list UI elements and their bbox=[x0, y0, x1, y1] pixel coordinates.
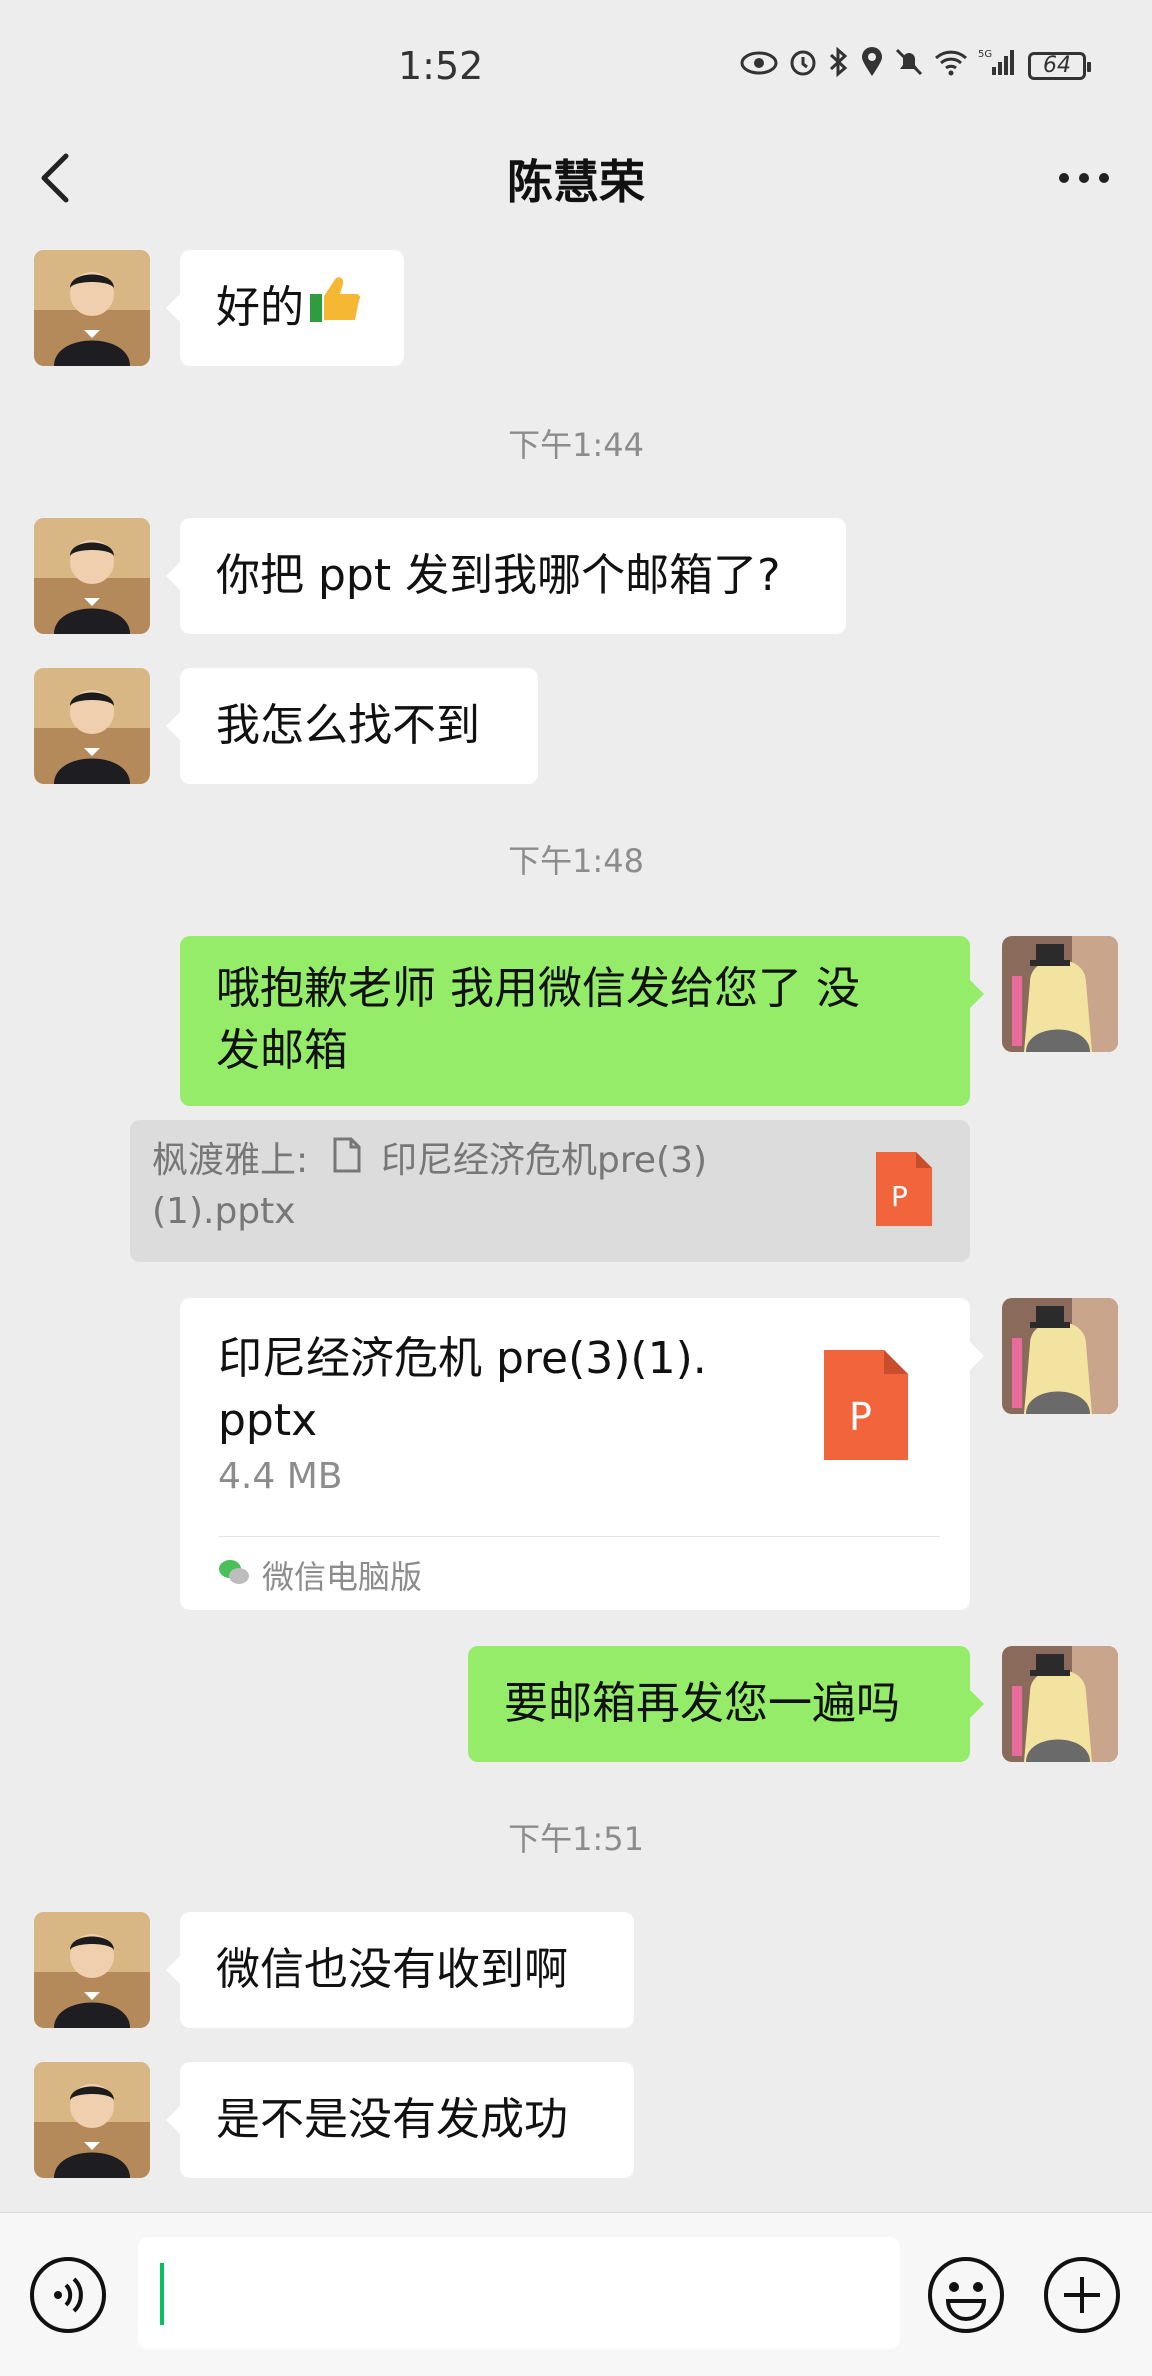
contact-avatar[interactable] bbox=[34, 1912, 150, 2028]
file-name-cont: pptx bbox=[218, 1395, 318, 1446]
message-bubble-incoming[interactable]: 我怎么找不到 bbox=[166, 668, 538, 784]
message-text: 要邮箱再发您一遍吗 bbox=[504, 1678, 900, 1729]
message-bubble-incoming[interactable]: 微信也没有收到啊 bbox=[166, 1912, 634, 2028]
svg-text:P: P bbox=[849, 1395, 872, 1439]
bluetooth-icon bbox=[828, 46, 850, 86]
contact-avatar[interactable] bbox=[34, 2062, 150, 2178]
chat-title: 陈慧荣 bbox=[507, 155, 645, 209]
quoted-message[interactable]: 枫渡雅上: 印尼经济危机pre(3) (1).pptx P bbox=[130, 1120, 970, 1262]
timestamp: 下午1:44 bbox=[508, 426, 644, 464]
status-icons: 5G 64 bbox=[740, 46, 1091, 86]
timestamp: 下午1:48 bbox=[508, 842, 644, 880]
message-bubble-outgoing[interactable]: 哦抱歉老师 我用微信发给您了 没 发邮箱 bbox=[180, 936, 984, 1106]
battery-indicator: 64 bbox=[1028, 52, 1091, 80]
file-size: 4.4 MB bbox=[218, 1456, 343, 1497]
alarm-icon bbox=[788, 47, 818, 85]
location-icon bbox=[860, 46, 884, 86]
contact-avatar[interactable] bbox=[34, 250, 150, 366]
status-bar: 1:52 5G 64 bbox=[0, 0, 1152, 134]
quote-file-name-cont: (1).pptx bbox=[152, 1191, 296, 1232]
contact-avatar[interactable] bbox=[34, 668, 150, 784]
add-button[interactable] bbox=[1042, 2255, 1122, 2335]
file-message-card[interactable]: 印尼经济危机 pre(3)(1). pptx 4.4 MB P 微信电脑版 bbox=[180, 1298, 984, 1610]
wifi-icon bbox=[934, 48, 968, 84]
message-text: 你把 ppt 发到我哪个邮箱了? bbox=[216, 550, 781, 601]
file-name: 印尼经济危机 pre(3)(1). bbox=[218, 1333, 707, 1384]
my-avatar[interactable] bbox=[1002, 1646, 1118, 1762]
ppt-file-icon: P bbox=[824, 1350, 908, 1464]
input-bar bbox=[0, 2212, 1152, 2376]
message-text: 是不是没有发成功 bbox=[216, 2094, 568, 2145]
message-input[interactable] bbox=[138, 2237, 900, 2349]
wechat-icon bbox=[218, 1556, 250, 1594]
my-avatar[interactable] bbox=[1002, 1298, 1118, 1414]
message-bubble-incoming[interactable]: 是不是没有发成功 bbox=[166, 2062, 634, 2178]
quote-line: 枫渡雅上: 印尼经济危机pre(3) bbox=[152, 1136, 948, 1187]
document-icon bbox=[332, 1137, 362, 1187]
signal-5g-icon: 5G bbox=[978, 47, 1018, 85]
message-bubble-incoming[interactable]: 你把 ppt 发到我哪个邮箱了? bbox=[166, 518, 846, 634]
file-source: 微信电脑版 bbox=[262, 1558, 423, 1596]
emoji-icon bbox=[928, 2257, 1004, 2333]
status-time: 1:52 bbox=[398, 44, 484, 88]
divider bbox=[218, 1536, 940, 1537]
message-bubble-outgoing[interactable]: 要邮箱再发您一遍吗 bbox=[468, 1646, 984, 1762]
contact-avatar[interactable] bbox=[34, 518, 150, 634]
ppt-file-icon: P bbox=[876, 1152, 932, 1240]
mute-icon bbox=[894, 47, 924, 85]
eye-icon bbox=[740, 49, 778, 84]
plus-icon bbox=[1044, 2257, 1120, 2333]
message-text: 好的 bbox=[216, 282, 304, 333]
more-icon bbox=[1059, 173, 1109, 183]
quote-file-name: 印尼经济危机pre(3) bbox=[381, 1140, 708, 1181]
emoji-button[interactable] bbox=[926, 2255, 1006, 2335]
svg-text:5G: 5G bbox=[978, 49, 992, 60]
more-button[interactable] bbox=[1054, 160, 1114, 196]
message-text: 微信也没有收到啊 bbox=[216, 1944, 568, 1995]
voice-icon bbox=[30, 2257, 106, 2333]
message-text-line: 发邮箱 bbox=[216, 1025, 348, 1076]
message-text-line: 哦抱歉老师 我用微信发给您了 没 bbox=[216, 963, 860, 1014]
thumbs-up-icon bbox=[308, 252, 362, 368]
voice-button[interactable] bbox=[28, 2255, 108, 2335]
message-bubble-incoming[interactable]: 好的 bbox=[166, 250, 404, 368]
message-text: 我怎么找不到 bbox=[216, 700, 480, 751]
svg-text:P: P bbox=[891, 1180, 908, 1213]
text-cursor bbox=[160, 2263, 164, 2325]
my-avatar[interactable] bbox=[1002, 936, 1118, 1052]
quote-author: 枫渡雅上: bbox=[152, 1140, 309, 1181]
timestamp: 下午1:51 bbox=[508, 1820, 644, 1858]
